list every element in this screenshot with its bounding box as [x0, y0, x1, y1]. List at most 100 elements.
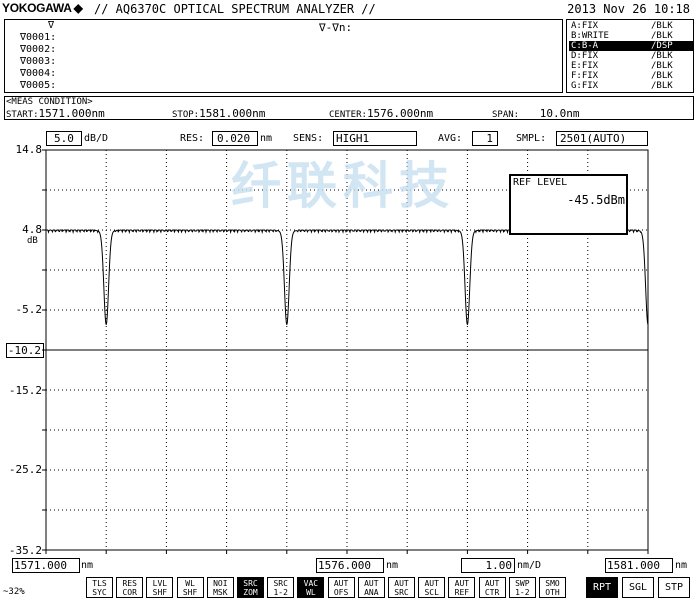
center-field: CENTER:1576.000nm: [329, 107, 433, 120]
sens-label: SENS:: [293, 133, 324, 144]
meas-condition-title: <MEAS CONDITION>: [6, 97, 93, 107]
softkey-line1: SWP: [515, 579, 530, 588]
softkey-line2: OTH: [545, 588, 560, 597]
x-stop-field[interactable]: 1581.000: [605, 558, 673, 573]
trace-row[interactable]: E:FIX/BLK: [569, 61, 693, 71]
softkey-aut-ana[interactable]: AUT ANA: [357, 577, 385, 598]
trace-status: /BLK: [651, 81, 673, 91]
instrument-title: // AQ6370C OPTICAL SPECTRUM ANALYZER //: [94, 2, 376, 16]
marker-row: ∇: [48, 20, 55, 31]
marker-row: ∇0005:: [20, 80, 57, 91]
softkey-line2: CTR: [484, 588, 500, 597]
x-stop-unit: nm: [675, 560, 688, 571]
res-value: 0.020: [217, 132, 251, 145]
softkey-line2: SRC: [394, 588, 409, 597]
softkey-aut-src[interactable]: AUT SRC: [388, 577, 415, 598]
softkey-line1: VAC: [303, 579, 319, 588]
scale-field[interactable]: 5.0: [46, 131, 82, 146]
softkey-line1: NOI: [213, 579, 228, 588]
softkey-aut-scl[interactable]: AUT SCL: [418, 577, 446, 598]
sweep-sgl-button[interactable]: SGL: [622, 577, 654, 598]
softkey-line2: ZOM: [243, 588, 258, 597]
avg-field[interactable]: 1: [472, 131, 498, 146]
y-tick-bottom: -35.2: [8, 544, 42, 557]
trace-table-rows: A:FIX/BLK B:WRITE/BLK C:B-A/DSP D:FIX/BLK E:…: [569, 21, 693, 91]
softkey-line2: WL: [306, 588, 316, 597]
brand-diamond-icon: ◆: [73, 1, 83, 15]
softkey-smo-oth[interactable]: SMO OTH: [539, 577, 566, 598]
marker-list: ∇ ∇0001: ∇0002: ∇0003: ∇0004: ∇0005:: [20, 20, 140, 92]
marker-row: ∇0001:: [20, 32, 57, 43]
brand-name: YOKOGAWA: [2, 1, 72, 15]
x-center-value: 1576.000: [318, 559, 371, 572]
trace-row[interactable]: A:FIX/BLK: [569, 21, 693, 31]
sweep-stp-button[interactable]: STP: [658, 577, 690, 598]
smpl-field[interactable]: 2501(AUTO): [556, 131, 648, 146]
stop-value: 1581.000nm: [199, 107, 266, 120]
sens-value: HIGH1: [336, 132, 370, 145]
softkey-src-zom[interactable]: SRC ZOM: [237, 577, 264, 598]
softkey-line2: SHF: [152, 588, 168, 597]
softkey-aut-ref[interactable]: AUT REF: [448, 577, 476, 598]
x-center-unit: nm: [386, 560, 399, 571]
trace-row[interactable]: C:B-A/DSP: [569, 41, 693, 51]
softkey-vac-wl[interactable]: VAC WL: [297, 577, 325, 598]
sens-field[interactable]: HIGH1: [333, 131, 417, 146]
avg-value: 1: [486, 132, 493, 145]
ref-line-tick[interactable]: -10.2: [6, 343, 44, 358]
trace-status: /BLK: [651, 71, 673, 81]
date-time: 2013 Nov 26 10:18: [567, 2, 690, 16]
marker-row: ∇0003:: [20, 56, 57, 67]
scale-value: 5.0: [54, 132, 74, 145]
marker-row: ∇0002:: [20, 44, 57, 55]
trace-name: B:WRITE: [571, 31, 609, 41]
softkey-line1: SRC: [243, 579, 258, 588]
zoom-indicator: ~32%: [3, 587, 25, 597]
softkey-tls-syc[interactable]: TLS SYC: [86, 577, 113, 598]
marker-delta-label: ∇-∇n:: [319, 21, 353, 34]
trace-name: D:FIX: [571, 51, 599, 61]
ref-line-tick-value: -10.2: [7, 344, 41, 357]
trace-row[interactable]: G:FIX/BLK: [569, 81, 693, 91]
res-label: RES:: [180, 133, 205, 144]
softkey-line1: SRC: [273, 579, 288, 588]
trace-status: /BLK: [651, 61, 673, 71]
softkey-line1: AUT: [394, 579, 409, 588]
softkey-aut-ctr[interactable]: AUT CTR: [478, 577, 506, 598]
x-per-div-field[interactable]: 1.00: [461, 558, 515, 573]
trace-row[interactable]: B:WRITE/BLK: [569, 31, 693, 41]
softkey-line2: SHF: [182, 588, 198, 597]
res-unit: nm: [260, 133, 273, 144]
softkey-line2: REF: [454, 588, 470, 597]
x-per-div-value: 1.00: [485, 559, 513, 572]
softkey-wl-shf[interactable]: WL SHF: [176, 577, 204, 598]
softkey-src-1-2[interactable]: SRC 1-2: [267, 577, 295, 598]
res-field[interactable]: 0.020: [212, 131, 258, 146]
softkey-lvl-shf[interactable]: LVL SHF: [146, 577, 174, 598]
trace-row[interactable]: F:FIX/BLK: [569, 71, 693, 81]
smpl-label: SMPL:: [516, 133, 547, 144]
x-center-field[interactable]: 1576.000: [316, 558, 384, 573]
y-tick-3: -5.2: [15, 303, 43, 316]
softkey-res-cor[interactable]: RES COR: [116, 577, 144, 598]
y-tick-5: -15.2: [8, 384, 42, 397]
sweep-rpt-button[interactable]: RPT: [586, 577, 618, 598]
trace-name: G:FIX: [571, 81, 599, 91]
softkey-line2: SCL: [424, 588, 439, 597]
trace-name: A:FIX: [571, 21, 599, 31]
y-tick-ref: 4.8: [22, 223, 42, 236]
trace-status: /BLK: [651, 51, 673, 61]
softkey-line1: AUT: [333, 579, 349, 588]
softkey-swp-1-2[interactable]: SWP 1-2: [508, 577, 536, 598]
softkey-line1: AUT: [424, 579, 439, 588]
spectrum-trace: [46, 229, 649, 325]
x-per-div-unit: nm/D: [517, 560, 542, 571]
stop-field: STOP:1581.000nm: [172, 107, 265, 120]
center-label: CENTER:: [329, 110, 367, 120]
trace-row[interactable]: D:FIX/BLK: [569, 51, 693, 61]
softkey-line2: MSK: [213, 588, 228, 597]
scale-unit: dB/D: [84, 133, 109, 144]
softkey-aut-ofs[interactable]: AUT OFS: [327, 577, 355, 598]
softkey-noi-msk[interactable]: NOI MSK: [206, 577, 234, 598]
x-start-field[interactable]: 1571.000: [12, 558, 80, 573]
